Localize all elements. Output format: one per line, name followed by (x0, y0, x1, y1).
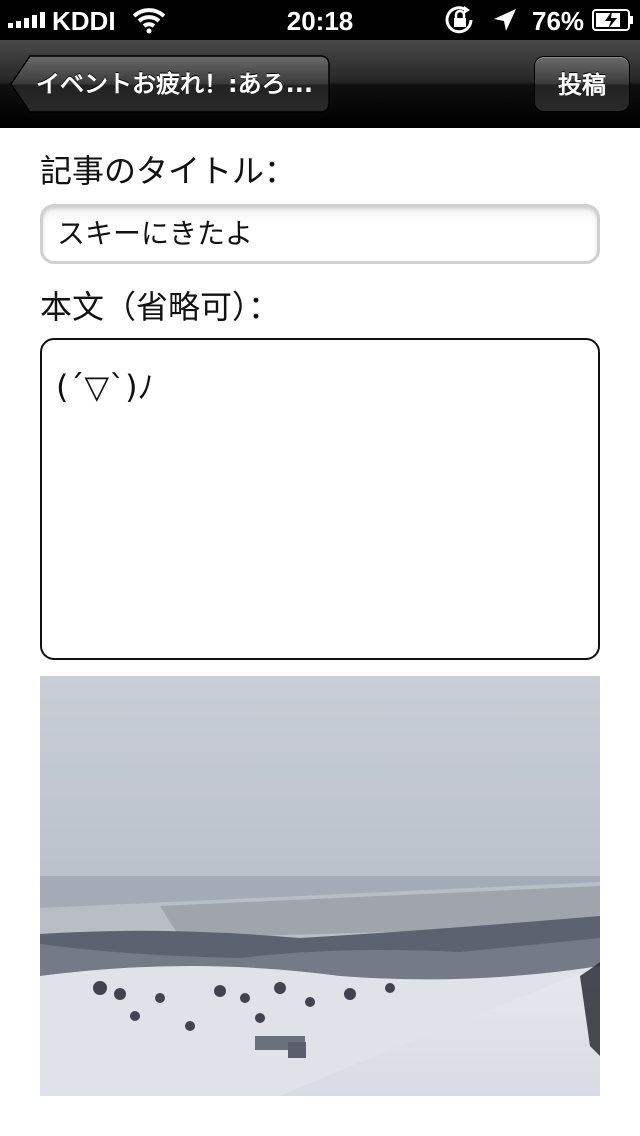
title-input[interactable]: スキーにきたよ (40, 204, 600, 264)
body-textarea[interactable]: (´▽`)ﾉ (40, 338, 600, 660)
navigation-bar: イベントお疲れ！:あろ... 投稿 (0, 40, 640, 128)
rotation-lock-icon (445, 6, 473, 34)
post-button[interactable]: 投稿 (534, 56, 630, 112)
attached-photo[interactable] (40, 676, 600, 1096)
location-arrow-icon (494, 9, 516, 31)
battery-charging-icon (592, 9, 633, 31)
title-field-label: 記事のタイトル： (40, 152, 297, 190)
ski-slope-landscape-image (40, 676, 600, 1096)
body-field-label: 本文（省略可）： (40, 288, 281, 326)
status-bar: KDDI 20:18 76% (0, 0, 640, 40)
battery-percentage: 76% (532, 6, 585, 36)
back-button[interactable]: イベントお疲れ！:あろ... (10, 55, 330, 113)
back-button-label: イベントお疲れ！:あろ... (36, 70, 313, 98)
